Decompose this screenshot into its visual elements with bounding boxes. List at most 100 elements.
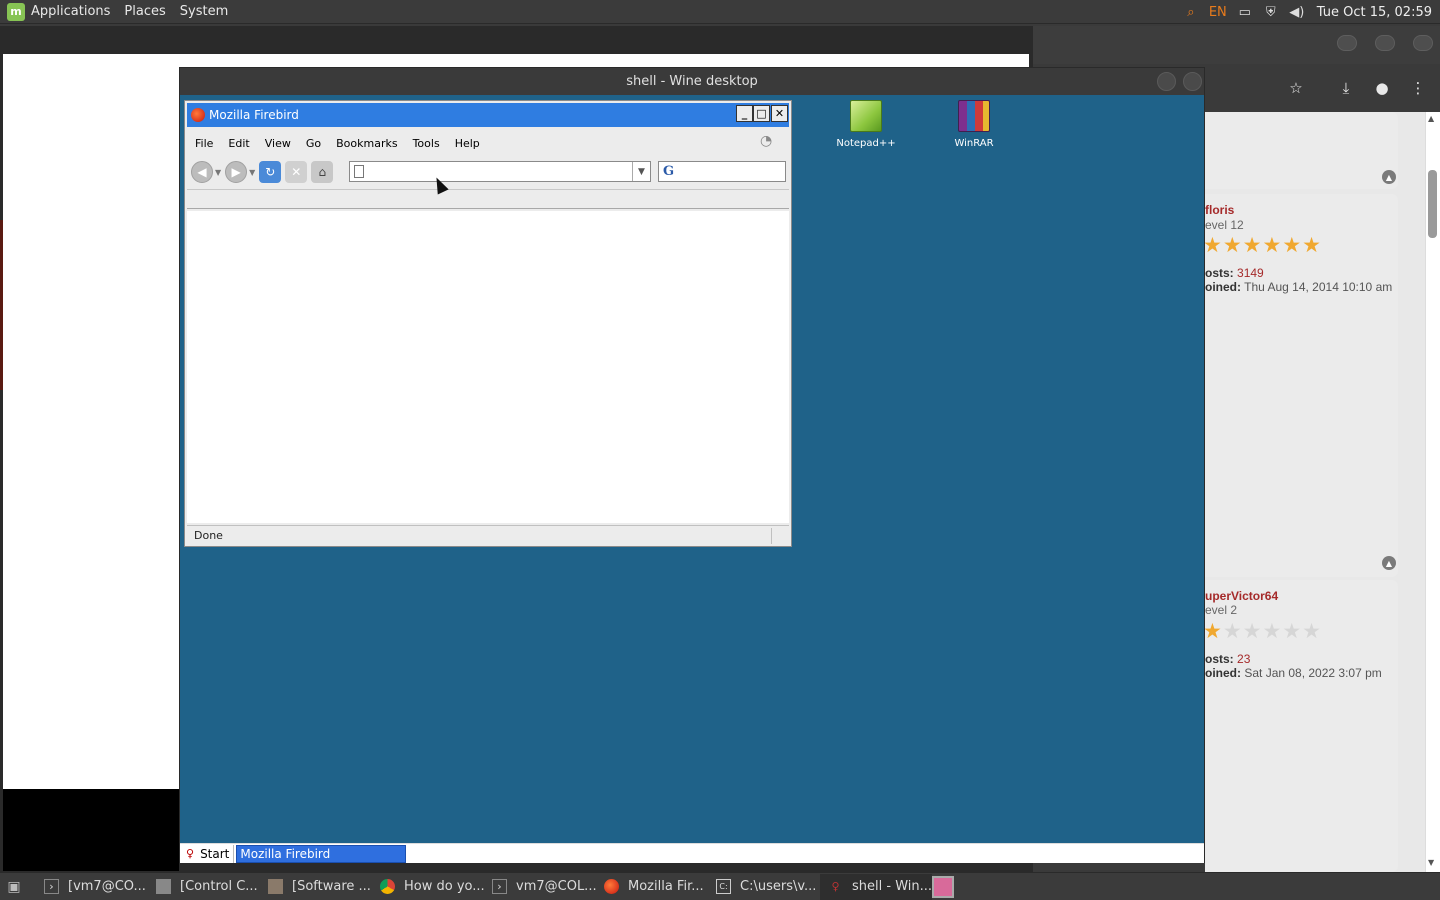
joined-label: oined: <box>1205 666 1241 680</box>
google-search-icon[interactable]: G <box>663 164 674 179</box>
bottom-panel: ▣ › [vm7@CO... [Control C... [Software .… <box>0 872 1440 900</box>
clock[interactable]: Tue Oct 15, 02:59 <box>1317 5 1432 20</box>
taskbar-item-label: How do yo... <box>404 879 484 894</box>
stop-button[interactable]: ✕ <box>285 161 308 183</box>
scroll-down-arrow-icon[interactable]: ▼ <box>1428 858 1434 867</box>
places-menu[interactable]: Places <box>124 4 165 19</box>
desktop-icon-notepad-plus-plus[interactable]: Notepad++ <box>826 100 906 149</box>
author-rank: evel 12 <box>1205 218 1244 232</box>
url-bar[interactable]: ▼ <box>349 161 651 182</box>
mint-logo-icon[interactable]: m <box>7 2 25 21</box>
search-icon[interactable]: ⌕ <box>1183 4 1199 20</box>
wine-icon: ♀ <box>831 880 840 893</box>
taskbar-item[interactable]: C: C:\users\v... <box>708 874 820 900</box>
menu-tools[interactable]: Tools <box>413 137 440 150</box>
search-box[interactable]: G <box>658 161 786 182</box>
star-empty-icon: ★ <box>1262 619 1282 643</box>
back-button[interactable]: ◀ <box>191 161 213 183</box>
firebird-menubar: File Edit View Go Bookmarks Tools Help <box>187 131 789 155</box>
taskbar-item-label: [Software ... <box>292 879 371 894</box>
minimize-button[interactable] <box>1157 72 1176 91</box>
taskbar-item[interactable]: [Software ... <box>260 874 372 900</box>
status-bar: Done <box>187 525 789 545</box>
taskbar-item[interactable]: Mozilla Fir... <box>596 874 708 900</box>
desktop-icon-label: WinRAR <box>954 138 994 149</box>
wine-titlebar[interactable]: shell - Wine desktop <box>180 68 1204 95</box>
winrar-icon <box>958 100 990 132</box>
star-icon: ★ <box>1282 233 1302 257</box>
display-icon[interactable]: ▭ <box>1237 4 1253 20</box>
back-to-top-icon[interactable]: ▲ <box>1382 170 1396 184</box>
maximize-button[interactable]: □ <box>753 105 770 122</box>
maximize-button[interactable] <box>1375 35 1395 51</box>
firebird-titlebar[interactable]: Mozilla Firebird <box>187 103 789 127</box>
desktop-icon-winrar[interactable]: WinRAR <box>934 100 1014 149</box>
star-empty-icon: ★ <box>1242 619 1262 643</box>
start-button[interactable]: ♀ Start <box>180 844 235 863</box>
top-panel: m Applications Places System ⌕ EN ▭ ⛨ ◀)… <box>0 0 1440 24</box>
forward-history-dropdown-icon[interactable]: ▼ <box>249 168 255 177</box>
page-icon <box>354 165 364 178</box>
close-button[interactable]: ✕ <box>771 105 788 122</box>
author-joined: oined: Thu Aug 14, 2014 10:10 am <box>1205 280 1392 294</box>
taskbar-item[interactable]: ♀ shell - Win... <box>820 873 932 900</box>
taskbar-item-label: Mozilla Fir... <box>628 879 704 894</box>
author-post-count: osts: 23 <box>1205 652 1250 666</box>
more-menu-icon[interactable]: ⋮ <box>1408 78 1428 98</box>
wine-task-firebird[interactable]: Mozilla Firebird <box>236 844 407 863</box>
shield-icon[interactable]: ⛨ <box>1263 4 1279 20</box>
home-button[interactable]: ⌂ <box>311 161 334 183</box>
post-author[interactable]: floris <box>1205 203 1234 217</box>
star-icon: ★ <box>1222 233 1242 257</box>
menu-file[interactable]: File <box>195 137 213 150</box>
system-menu[interactable]: System <box>180 4 228 19</box>
download-icon[interactable]: ⤓ <box>1336 78 1356 98</box>
star-icon: ★ <box>1302 233 1321 257</box>
menu-view[interactable]: View <box>265 137 291 150</box>
post-card <box>1205 112 1398 189</box>
taskbar-item[interactable]: › [vm7@CO... <box>36 874 148 900</box>
bookmarks-toolbar <box>187 189 789 209</box>
system-tray: ⌕ EN ▭ ⛨ ◀) Tue Oct 15, 02:59 <box>1183 0 1440 24</box>
reload-button[interactable]: ↻ <box>259 161 282 183</box>
taskbar-item[interactable]: › vm7@COL... <box>484 874 596 900</box>
throbber-icon: ◔ <box>760 133 773 149</box>
scroll-up-arrow-icon[interactable]: ▲ <box>1428 114 1434 123</box>
menu-go[interactable]: Go <box>306 137 321 150</box>
notepad-plus-plus-icon <box>850 100 882 132</box>
menu-edit[interactable]: Edit <box>228 137 249 150</box>
post-author[interactable]: uperVictor64 <box>1205 589 1278 603</box>
bookmark-star-icon[interactable]: ☆ <box>1286 78 1306 98</box>
forward-button[interactable]: ▶ <box>225 161 248 183</box>
chrome-toolbar <box>1205 64 1440 112</box>
rank-stars: ★ ★ ★ ★ ★ ★ <box>1203 621 1321 642</box>
minimize-button[interactable] <box>1337 35 1357 51</box>
keyboard-layout-indicator[interactable]: EN <box>1209 5 1227 20</box>
url-dropdown-icon[interactable]: ▼ <box>632 162 650 181</box>
close-button[interactable] <box>1413 35 1433 51</box>
taskbar-item-label: shell - Win... <box>852 879 932 894</box>
back-to-top-icon[interactable]: ▲ <box>1382 556 1396 570</box>
chrome-scrollbar-thumb[interactable] <box>1428 170 1437 238</box>
minimize-button[interactable]: _ <box>736 105 753 122</box>
firebird-icon <box>191 108 205 122</box>
maximize-button[interactable] <box>1183 72 1202 91</box>
posts-label: osts: <box>1205 652 1234 666</box>
resize-grip-icon[interactable] <box>771 528 787 544</box>
posts-count[interactable]: 3149 <box>1237 266 1264 280</box>
applications-menu[interactable]: Applications <box>31 4 110 19</box>
window-title: shell - Wine desktop <box>626 74 758 89</box>
firebird-page-content[interactable] <box>187 211 789 523</box>
taskbar-item[interactable]: How do yo... <box>372 874 484 900</box>
taskbar-item[interactable]: [Control C... <box>148 874 260 900</box>
posts-count[interactable]: 23 <box>1237 652 1250 666</box>
back-history-dropdown-icon[interactable]: ▼ <box>215 168 221 177</box>
workspace-switcher[interactable] <box>932 875 954 898</box>
taskbar-item-label: vm7@COL... <box>516 879 596 894</box>
profile-icon[interactable]: ● <box>1372 78 1392 98</box>
firebird-window: Mozilla Firebird _ □ ✕ File Edit View Go… <box>184 100 792 547</box>
menu-bookmarks[interactable]: Bookmarks <box>336 137 397 150</box>
show-desktop-icon[interactable]: ▣ <box>2 875 26 899</box>
volume-icon[interactable]: ◀) <box>1289 4 1305 20</box>
menu-help[interactable]: Help <box>455 137 480 150</box>
